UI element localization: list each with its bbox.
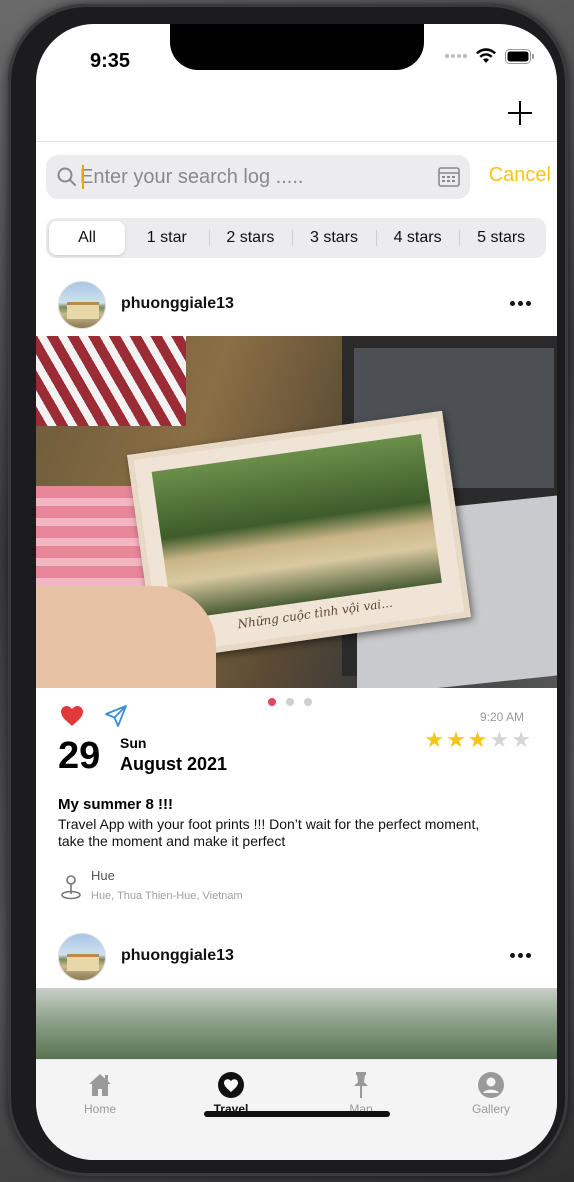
image-page-indicator [268,698,312,706]
rating-filter: All 1 star 2 stars 3 stars 4 stars 5 sta… [46,218,546,258]
add-log-button[interactable] [507,100,533,126]
avatar[interactable] [58,933,106,981]
search-row: Cancel [46,155,551,199]
filter-1-star[interactable]: 1 star [125,221,209,255]
status-time: 9:35 [90,50,131,72]
star-rating: ★ ★ ★ ★ ★ [424,729,531,751]
battery-icon [505,48,535,64]
filter-4-stars[interactable]: 4 stars [375,221,460,255]
post-header: phuonggiale13 [36,277,557,335]
tab-travel[interactable]: Travel [191,1070,271,1116]
username[interactable]: phuonggiale13 [121,295,234,313]
page-dot[interactable] [304,698,312,706]
post-title: My summer 8 !!! [58,796,174,813]
photo-hand [36,586,216,688]
wifi-icon [475,48,497,64]
pin-icon [354,1072,368,1098]
cellular-signal-icon [445,54,467,58]
phone-frame: 9:35 Enter your search log ..... Cancel … [8,4,568,1176]
star-filled-icon: ★ [467,727,488,752]
search-icon [57,167,76,186]
header-bar [36,84,557,142]
home-indicator [204,1111,390,1117]
filter-2-stars[interactable]: 2 stars [208,221,293,255]
post-body: Travel App with your foot prints !!! Don… [58,816,480,849]
search-box[interactable] [46,155,470,199]
date-month-year: August 2021 [120,754,228,774]
location-detail: Hue, Thua Thien-Hue, Vietnam [91,890,243,902]
tab-label: Gallery [471,1102,510,1116]
cancel-button[interactable]: Cancel [489,164,551,187]
more-options-icon[interactable] [510,301,531,306]
post-time: 9:20 AM [479,710,524,724]
photo-books [36,336,186,426]
status-icons [445,48,535,64]
date-weekday: Sun [120,735,147,751]
date-day-number: 29 [58,735,101,777]
location-name: Hue [91,868,115,883]
tab-map[interactable]: Map [321,1070,401,1116]
send-icon[interactable] [104,704,128,728]
person-circle-icon [478,1072,504,1098]
home-icon [89,1074,111,1096]
username[interactable]: phuonggiale13 [121,947,234,965]
tab-label: Home [83,1102,116,1116]
page-dot-active[interactable] [268,698,276,706]
text-caret [82,165,84,189]
notch [170,24,424,70]
tab-gallery[interactable]: Gallery [451,1070,531,1116]
star-filled-icon: ★ [446,727,466,752]
avatar[interactable] [58,281,106,329]
star-filled-icon: ★ [424,727,445,752]
post-header: phuonggiale13 [36,929,557,987]
post-photo[interactable] [36,988,557,1068]
location-pin-icon [61,875,81,900]
page-dot[interactable] [286,698,294,706]
filter-all[interactable]: All [49,221,125,255]
heart-icon[interactable] [60,705,84,727]
heart-circle-icon [218,1072,244,1098]
search-input[interactable] [80,162,420,192]
calendar-icon[interactable] [438,167,460,187]
filter-5-stars[interactable]: 5 stars [459,221,543,255]
filter-3-stars[interactable]: 3 stars [292,221,376,255]
post-photo[interactable]: Những cuộc tình vội vai... [36,336,557,688]
star-empty-icon: ★ [489,727,510,752]
tab-bar: Home Travel Map Gallery [36,1059,557,1160]
star-empty-icon: ★ [511,727,531,752]
more-options-icon[interactable] [510,953,531,958]
app-screen: 9:35 Enter your search log ..... Cancel … [36,24,557,1160]
tab-home[interactable]: Home [60,1070,140,1116]
